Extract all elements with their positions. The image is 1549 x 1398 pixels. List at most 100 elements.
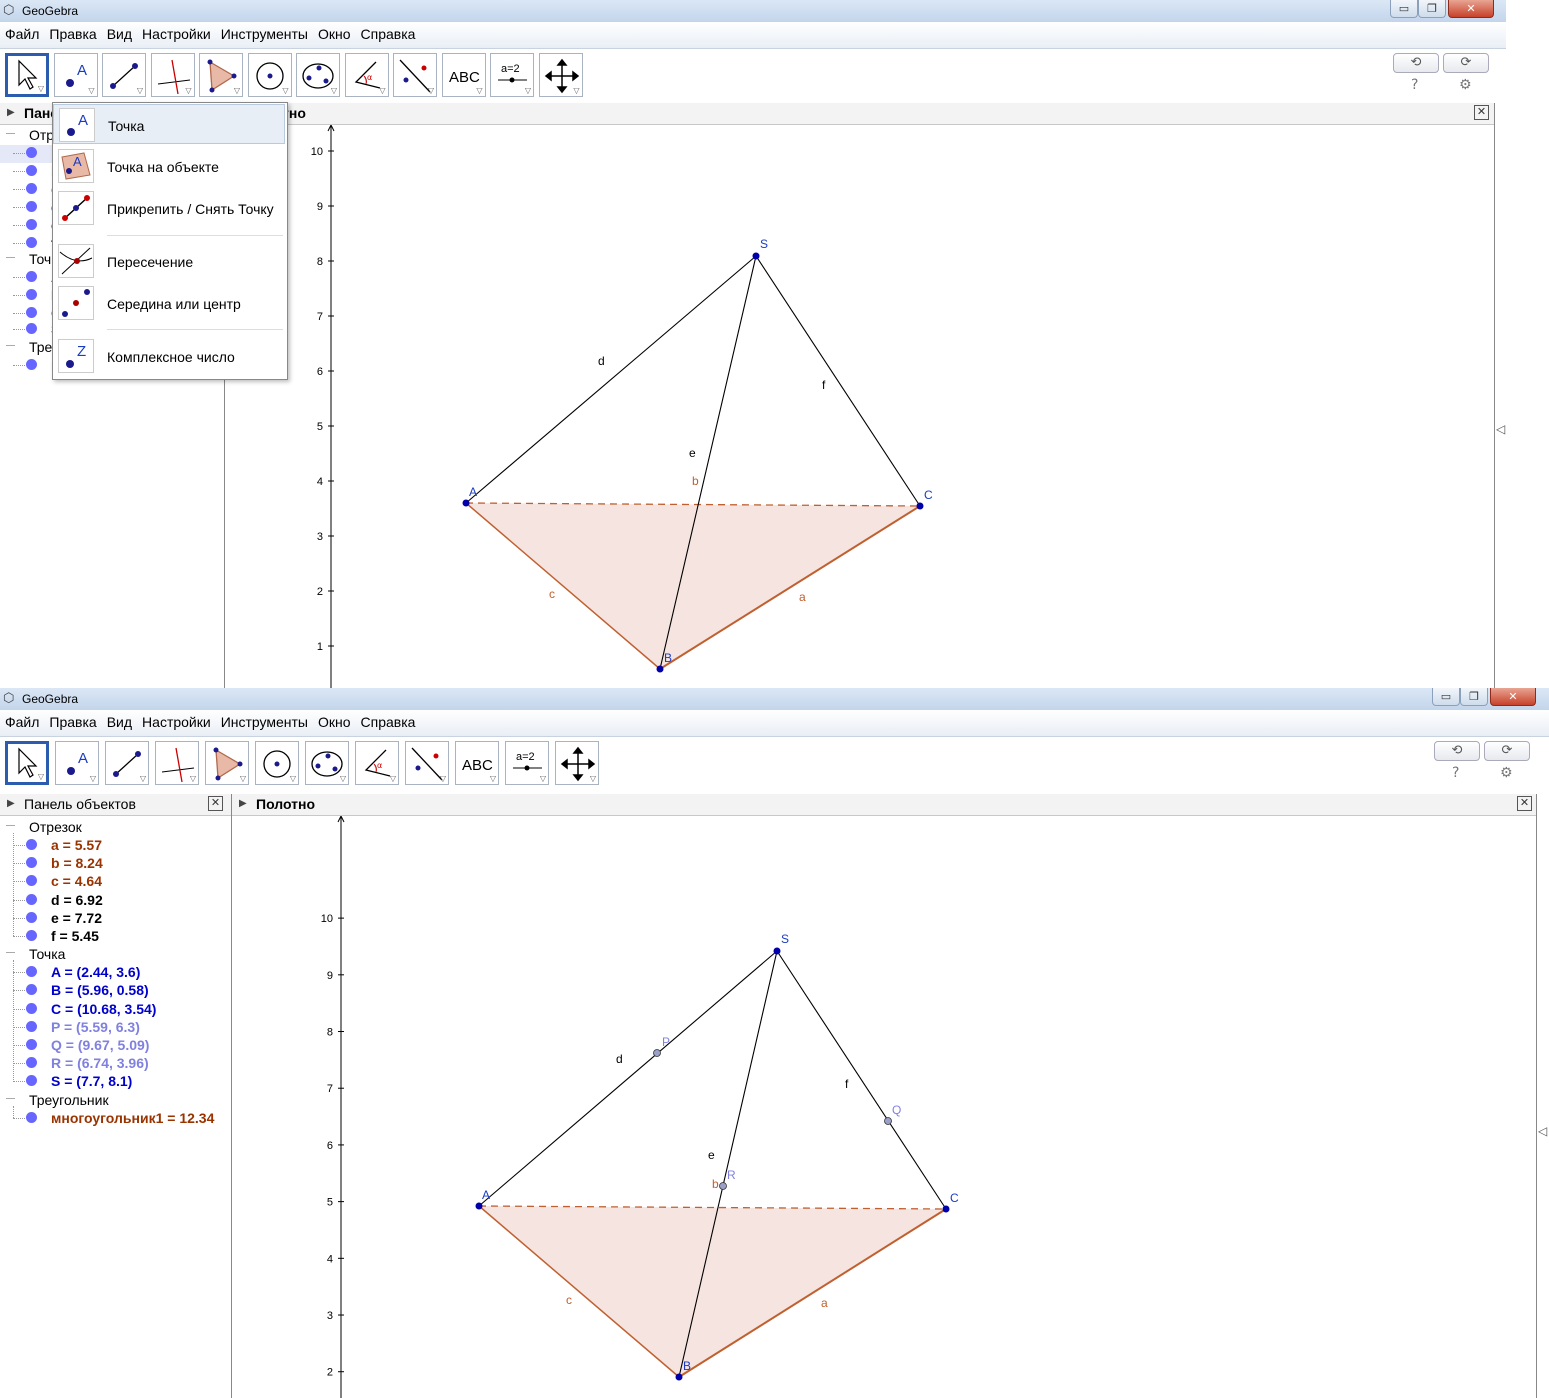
- point-C[interactable]: [942, 1205, 950, 1213]
- undo-button[interactable]: ⟲: [1393, 53, 1439, 73]
- move-graphics-tool[interactable]: ▽: [538, 53, 583, 97]
- expand-triangle-icon[interactable]: ▶: [7, 107, 15, 118]
- point-C[interactable]: [916, 502, 924, 510]
- point-A[interactable]: [462, 499, 470, 507]
- close-button[interactable]: ✕: [1490, 688, 1536, 706]
- visibility-dot-icon[interactable]: [26, 875, 37, 887]
- perpendicular-tool[interactable]: ▽: [155, 741, 199, 785]
- point-label-P[interactable]: P: [662, 1035, 670, 1049]
- line-tool[interactable]: ▽: [102, 53, 146, 97]
- move-graphics-tool[interactable]: ▽: [555, 741, 599, 785]
- maximize-button[interactable]: ❐: [1460, 688, 1488, 706]
- menu-file[interactable]: Файл: [0, 710, 44, 730]
- dropdown-item-point[interactable]: A Точка: [53, 104, 285, 144]
- point-S[interactable]: [773, 947, 781, 955]
- dropdown-item-midpoint[interactable]: Середина или центр: [53, 283, 285, 323]
- point-label-Q[interactable]: Q: [892, 1103, 901, 1117]
- dropdown-item-intersect[interactable]: Пересечение: [53, 241, 285, 281]
- perpendicular-tool[interactable]: ▽: [150, 53, 195, 97]
- visibility-dot-icon[interactable]: [26, 966, 37, 978]
- text-tool[interactable]: ABC ▽: [441, 53, 486, 97]
- point-label-C[interactable]: C: [924, 488, 933, 502]
- point-label-A[interactable]: A: [482, 1188, 490, 1202]
- visibility-dot-icon[interactable]: [26, 1002, 37, 1014]
- close-panel-icon[interactable]: ✕: [208, 796, 223, 811]
- menu-window[interactable]: Окно: [313, 710, 356, 730]
- expand-triangle-icon[interactable]: ▶: [7, 798, 15, 809]
- minimize-button[interactable]: ▭: [1390, 0, 1418, 18]
- side-panel-toggle-icon[interactable]: ◁: [1496, 422, 1505, 436]
- angle-tool[interactable]: α ▽: [344, 53, 389, 97]
- point-label-S[interactable]: S: [760, 237, 768, 251]
- point-Q[interactable]: [884, 1117, 892, 1125]
- point-S[interactable]: [752, 252, 760, 260]
- visibility-dot-icon[interactable]: [26, 1111, 37, 1123]
- menu-settings[interactable]: Настройки: [137, 22, 216, 42]
- point-label-A[interactable]: A: [469, 485, 477, 499]
- menu-edit[interactable]: Правка: [44, 710, 101, 730]
- maximize-button[interactable]: ❐: [1418, 0, 1446, 18]
- point-R[interactable]: [719, 1182, 727, 1190]
- menu-tools[interactable]: Инструменты: [216, 710, 313, 730]
- conic-tool[interactable]: ▽: [305, 741, 349, 785]
- point-label-B[interactable]: B: [664, 651, 672, 665]
- graphics-canvas-1[interactable]: 10 9 8 7 6 5 4 3 2 1 d f eb c a S A C B: [226, 125, 1494, 688]
- point-tool[interactable]: A ▽: [53, 53, 98, 97]
- slider-tool[interactable]: a=2 ▽: [505, 741, 549, 785]
- text-tool[interactable]: ABC ▽: [455, 741, 499, 785]
- menu-help[interactable]: Справка: [356, 710, 421, 730]
- point-label-S[interactable]: S: [781, 932, 789, 946]
- circle-tool[interactable]: ▽: [255, 741, 299, 785]
- slider-tool[interactable]: a=2 ▽: [490, 53, 534, 97]
- visibility-dot-icon[interactable]: [26, 839, 37, 850]
- point-B[interactable]: [656, 665, 664, 673]
- line-tool[interactable]: ▽: [105, 741, 149, 785]
- point-B[interactable]: [675, 1373, 683, 1381]
- menu-help[interactable]: Справка: [356, 22, 421, 42]
- help-icon[interactable]: ?: [1452, 765, 1459, 781]
- visibility-dot-icon[interactable]: [26, 1057, 37, 1069]
- object-dot-icon[interactable]: [26, 147, 37, 158]
- point-P[interactable]: [653, 1049, 661, 1057]
- undo-button[interactable]: ⟲: [1434, 741, 1480, 761]
- close-button[interactable]: ✕: [1448, 0, 1494, 18]
- point-label-R[interactable]: R: [727, 1168, 736, 1182]
- side-panel-toggle-icon[interactable]: ◁: [1538, 1124, 1547, 1138]
- menu-window[interactable]: Окно: [313, 22, 356, 42]
- menu-tools[interactable]: Инструменты: [216, 22, 313, 42]
- help-icon[interactable]: ?: [1411, 77, 1418, 93]
- polygon-tool[interactable]: ▽: [205, 741, 249, 785]
- angle-tool[interactable]: α ▽: [355, 741, 399, 785]
- visibility-dot-icon[interactable]: [26, 911, 37, 923]
- graphics-canvas-2[interactable]: 10987654321dfebcaSACBPQR: [233, 816, 1535, 1398]
- menu-edit[interactable]: Правка: [44, 22, 101, 42]
- dropdown-item-point-on-object[interactable]: A Точка на объекте: [53, 146, 285, 186]
- gear-icon[interactable]: ⚙: [1459, 77, 1472, 93]
- dropdown-item-attach-detach[interactable]: Прикрепить / Снять Точку: [53, 188, 285, 228]
- circle-tool[interactable]: ▽: [247, 53, 292, 97]
- dropdown-item-complex[interactable]: Z Комплексное число: [53, 336, 285, 376]
- close-panel-icon[interactable]: ✕: [1474, 105, 1489, 120]
- visibility-dot-icon[interactable]: [26, 1075, 37, 1087]
- panel-splitter[interactable]: [231, 794, 232, 1398]
- reflect-tool[interactable]: ▽: [393, 53, 437, 97]
- visibility-dot-icon[interactable]: [26, 857, 37, 869]
- move-tool[interactable]: ▽: [5, 741, 49, 785]
- redo-button[interactable]: ⟳: [1484, 741, 1530, 761]
- menu-view[interactable]: Вид: [102, 710, 137, 730]
- close-panel-icon[interactable]: ✕: [1517, 796, 1532, 811]
- minimize-button[interactable]: ▭: [1432, 688, 1460, 706]
- list-item[interactable]: [0, 145, 52, 163]
- expand-triangle-icon[interactable]: ▶: [239, 798, 247, 809]
- reflect-tool[interactable]: ▽: [405, 741, 449, 785]
- visibility-dot-icon[interactable]: [26, 1039, 37, 1050]
- conic-tool[interactable]: ▽: [296, 53, 340, 97]
- point-tool[interactable]: A ▽: [55, 741, 99, 785]
- redo-button[interactable]: ⟳: [1443, 53, 1489, 73]
- point-A[interactable]: [475, 1202, 483, 1210]
- menu-file[interactable]: Файл: [0, 22, 44, 42]
- move-tool[interactable]: ▽: [5, 53, 49, 97]
- menu-settings[interactable]: Настройки: [137, 710, 216, 730]
- visibility-dot-icon[interactable]: [26, 1020, 37, 1032]
- point-label-C[interactable]: C: [950, 1191, 959, 1205]
